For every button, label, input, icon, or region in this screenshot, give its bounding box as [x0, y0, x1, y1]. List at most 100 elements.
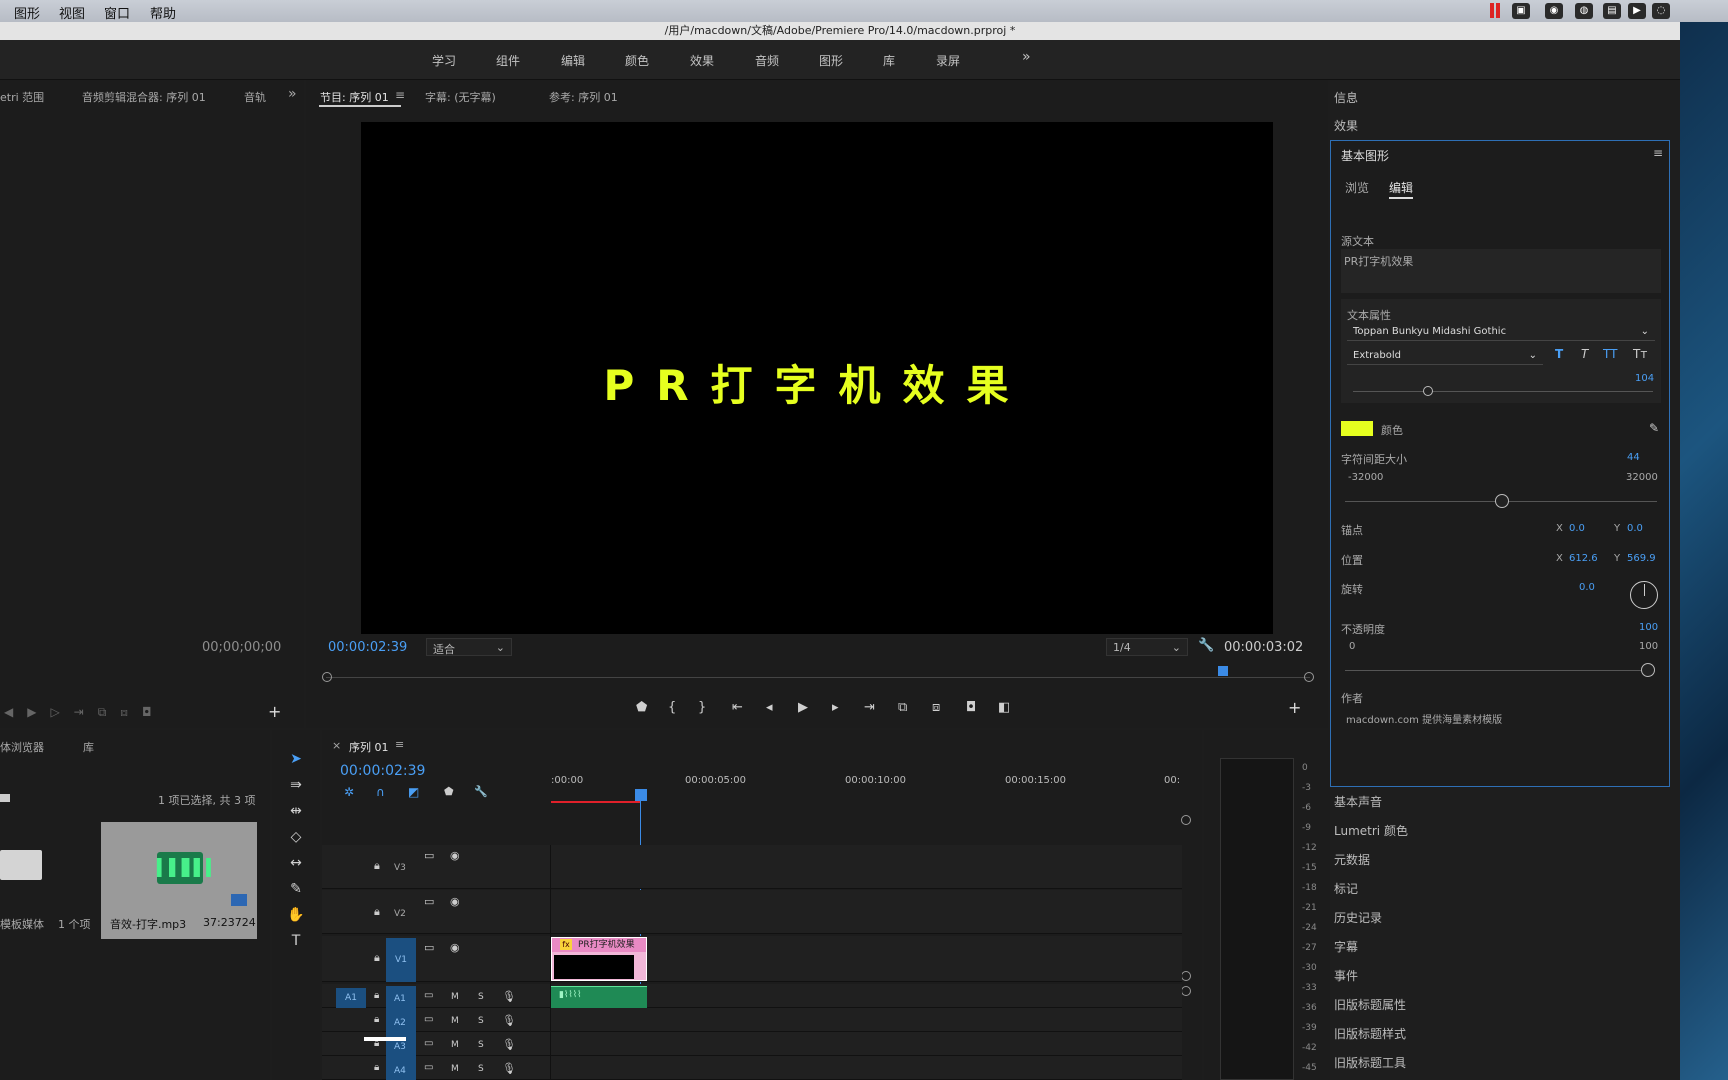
ripple-edit-tool-icon[interactable]: ⇹	[287, 802, 305, 820]
add-button-icon[interactable]: +	[268, 702, 281, 721]
tab-browse[interactable]: 浏览	[1345, 179, 1369, 196]
panel-events[interactable]: 事件	[1334, 967, 1358, 984]
track-select-tool-icon[interactable]: ⇛	[287, 776, 305, 794]
tab-program[interactable]: 节目: 序列 01	[320, 89, 389, 105]
rotation-value[interactable]: 0.0	[1579, 582, 1595, 593]
eye-v1-icon[interactable]: ◉	[450, 941, 460, 954]
selection-tool-icon[interactable]: ➤	[287, 750, 305, 768]
sync-v3-icon[interactable]: ▭	[424, 849, 434, 862]
folder-icon[interactable]	[0, 850, 42, 880]
audio-zoom-handle[interactable]	[1181, 986, 1191, 996]
mute-a3[interactable]: M	[451, 1040, 459, 1050]
camera-icon[interactable]: ▤	[1603, 3, 1621, 19]
track-label-a4[interactable]: A4	[394, 1066, 406, 1076]
snap-icon[interactable]: ∩	[376, 785, 385, 799]
sync-a4-icon[interactable]: ▭	[424, 1062, 433, 1073]
more-workspaces-icon[interactable]: »	[1022, 49, 1031, 65]
panel-legacy-title-properties[interactable]: 旧版标题属性	[1334, 996, 1406, 1013]
lock-v2-icon[interactable]: 🔒︎	[374, 905, 380, 919]
lock-a1-icon[interactable]: 🔒︎	[374, 990, 379, 1001]
panel-metadata[interactable]: 元数据	[1334, 851, 1370, 868]
graphic-clip[interactable]: PR打字机效果 fx	[551, 937, 647, 981]
lock-v1-icon[interactable]: 🔒︎	[374, 951, 380, 965]
scrubber-end-handle[interactable]	[1304, 672, 1314, 682]
track-target-v1[interactable]: V1	[386, 938, 416, 982]
wechat-icon[interactable]: ◍	[1575, 3, 1593, 19]
audio-clip[interactable]: ▮⌇⌇⌇⌇	[551, 986, 647, 1008]
tab-sequence[interactable]: 序列 01	[349, 739, 389, 755]
type-tool-icon[interactable]: T	[287, 932, 305, 950]
small-caps-icon[interactable]: Tт	[1633, 347, 1647, 361]
anchor-x-value[interactable]: 0.0	[1569, 523, 1585, 534]
nest-toggle-icon[interactable]: ✲	[344, 785, 354, 799]
sync-v2-icon[interactable]: ▭	[424, 895, 434, 908]
track-label-v3[interactable]: V3	[394, 863, 406, 873]
mic-a4-icon[interactable]: 🎙︎	[502, 1062, 516, 1075]
vertical-zoom-handle-bottom[interactable]	[1181, 971, 1191, 981]
source-text-field[interactable]: PR打字机效果	[1341, 249, 1661, 293]
tab-media-browser[interactable]: 体浏览器	[0, 739, 44, 755]
workspace-learn[interactable]: 学习	[432, 52, 456, 69]
panel-captions[interactable]: 字幕	[1334, 938, 1358, 955]
lock-a3-icon[interactable]: 🔒︎	[374, 1038, 379, 1049]
track-label-a3[interactable]: A3	[394, 1042, 406, 1052]
audio-clip-thumbnail[interactable]: ▍▌▋▌▍ 音效-打字.mp3 37:23724	[101, 822, 257, 939]
panel-essential-sound[interactable]: 基本声音	[1334, 793, 1382, 810]
track-label-v2[interactable]: V2	[394, 909, 406, 919]
step-back-icon[interactable]: ◂	[766, 700, 773, 715]
tab-audio-track[interactable]: 音轨	[244, 89, 266, 105]
anchor-y-value[interactable]: 0.0	[1627, 523, 1643, 534]
faux-italic-icon[interactable]: T	[1581, 347, 1588, 361]
lock-a2-icon[interactable]: 🔒︎	[374, 1014, 379, 1025]
solo-a1[interactable]: S	[478, 992, 484, 1002]
solo-a2[interactable]: S	[478, 1016, 484, 1026]
vertical-zoom-handle-top[interactable]	[1181, 815, 1191, 825]
menu-view[interactable]: 视图	[59, 3, 85, 22]
go-to-out-icon[interactable]: ⇥	[864, 700, 875, 715]
tab-reference[interactable]: 参考: 序列 01	[549, 89, 618, 105]
workspace-effects[interactable]: 效果	[690, 52, 714, 69]
fill-color-swatch[interactable]	[1341, 421, 1373, 436]
scrubber-track[interactable]	[326, 677, 1310, 678]
tab-captions[interactable]: 字幕: (无字幕)	[425, 89, 496, 105]
panel-history[interactable]: 历史记录	[1334, 909, 1382, 926]
workspace-color[interactable]: 颜色	[625, 52, 649, 69]
opacity-slider-track[interactable]	[1345, 670, 1649, 671]
video-canvas[interactable]: PR打字机效果	[361, 122, 1273, 634]
mic-a2-icon[interactable]: 🎙︎	[502, 1014, 516, 1027]
panel-lumetri-color[interactable]: Lumetri 颜色	[1334, 822, 1408, 839]
tracking-value[interactable]: 44	[1627, 452, 1640, 463]
panel-legacy-title-styles[interactable]: 旧版标题样式	[1334, 1025, 1406, 1042]
eye-v2-icon[interactable]: ◉	[450, 895, 460, 908]
solo-a3[interactable]: S	[478, 1040, 484, 1050]
sync-a1-icon[interactable]: ▭	[424, 990, 433, 1001]
linked-selection-icon[interactable]: ◩	[408, 785, 419, 799]
sync-a3-icon[interactable]: ▭	[424, 1038, 433, 1049]
opacity-slider-handle[interactable]	[1641, 663, 1655, 677]
panel-effects[interactable]: 效果	[1334, 117, 1358, 134]
workspace-record[interactable]: 录屏	[936, 52, 960, 69]
panel-menu-icon[interactable]: ≡	[395, 88, 405, 102]
timeline-playhead-handle[interactable]	[635, 789, 647, 801]
all-caps-icon[interactable]: TT	[1603, 347, 1617, 361]
playhead-marker[interactable]	[1218, 666, 1228, 676]
font-family-dropdown[interactable]: Toppan Bunkyu Midashi Gothic ⌄	[1347, 323, 1655, 341]
mark-in-icon[interactable]: {	[668, 700, 676, 715]
more-tabs-icon[interactable]: »	[288, 86, 297, 102]
tracking-slider-handle[interactable]	[1495, 494, 1509, 508]
clapper-icon[interactable]: ▣	[1512, 3, 1530, 19]
scrubber-start-handle[interactable]	[322, 672, 332, 682]
work-area-bar[interactable]	[551, 801, 641, 803]
mic-a1-icon[interactable]: 🎙︎	[502, 990, 516, 1003]
eg-menu-icon[interactable]: ≡	[1653, 146, 1663, 160]
slip-tool-icon[interactable]: ↔	[287, 854, 305, 872]
play-button-icon[interactable]: ▶	[798, 700, 808, 715]
chat-icon[interactable]: ◌	[1652, 3, 1670, 19]
source-patch-a1[interactable]: A1	[336, 988, 366, 1008]
font-size-value[interactable]: 104	[1635, 373, 1654, 384]
workspace-assembly[interactable]: 组件	[496, 52, 520, 69]
close-sequence-icon[interactable]: ×	[332, 739, 341, 752]
eyedropper-icon[interactable]: ✎	[1649, 421, 1659, 435]
tab-audio-clip-mixer[interactable]: 音频剪辑混合器: 序列 01	[82, 89, 206, 105]
menu-window[interactable]: 窗口	[104, 3, 130, 22]
